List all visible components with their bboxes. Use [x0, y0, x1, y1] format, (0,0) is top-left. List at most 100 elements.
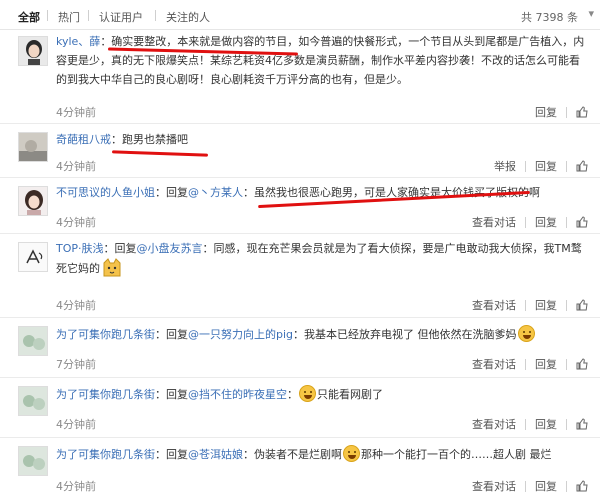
- laughing-emoji-icon: [343, 445, 360, 462]
- reply-prefix: ：回复: [155, 186, 188, 199]
- comment-text-cont: 只能看网剧了: [317, 388, 383, 401]
- mention-link[interactable]: @苍洱姑娘: [188, 448, 243, 461]
- avatar-image-icon: [19, 327, 47, 355]
- comment-item: TOP·肤浅：回复@小盘友苏言：同感，现在充芒果会员就是为了看大侦探，要是广电敢…: [0, 234, 600, 318]
- action-divider: [566, 299, 567, 311]
- comment-meta: 4分钟前 举报 回复: [56, 158, 588, 174]
- comment-actions: 查看对话 回复: [472, 297, 588, 313]
- thumbs-up-icon[interactable]: [576, 106, 588, 118]
- comment-content: TOP·肤浅：回复@小盘友苏言：同感，现在充芒果会员就是为了看大侦探，要是广电敢…: [56, 239, 590, 278]
- comment-actions: 查看对话 回复: [472, 214, 588, 230]
- comment-meta: 4分钟前 回复: [56, 104, 588, 120]
- comment-time: 4分钟前: [56, 216, 96, 229]
- comment-text: ：伪装者不是烂剧啊: [243, 448, 342, 461]
- reply-button[interactable]: 回复: [535, 297, 557, 313]
- reply-button[interactable]: 回复: [535, 416, 557, 432]
- comment-content: 为了可集你跑几条街：回复@挡不住的昨夜星空： 只能看网剧了: [56, 385, 590, 404]
- thumbs-up-icon[interactable]: [576, 160, 588, 172]
- avatar[interactable]: [18, 326, 48, 356]
- reply-button[interactable]: 回复: [535, 356, 557, 372]
- comment-text: ：我基本已经放弃电视了 但他依然在洗脑爹妈: [293, 328, 517, 341]
- action-divider: [525, 160, 526, 172]
- mention-link[interactable]: @一只努力向上的pig: [188, 328, 293, 341]
- comment-item: kyle、薛：确实要整改，本来就是做内容的节目，如今普遍的快餐形式，一个节目从头…: [0, 30, 600, 124]
- comment-username[interactable]: TOP·肤浅: [56, 242, 104, 255]
- thumbs-up-icon[interactable]: [576, 358, 588, 370]
- avatar[interactable]: [18, 132, 48, 162]
- view-conversation-button[interactable]: 查看对话: [472, 416, 516, 432]
- reply-prefix: ：回复: [155, 448, 188, 461]
- avatar[interactable]: [18, 386, 48, 416]
- view-conversation-button[interactable]: 查看对话: [472, 297, 516, 313]
- comment-item: 为了可集你跑几条街：回复@挡不住的昨夜星空： 只能看网剧了 4分钟前 查看对话 回…: [0, 378, 600, 438]
- comment-text: ：跑男也禁播吧: [111, 133, 188, 146]
- comment-time: 4分钟前: [56, 418, 96, 431]
- reply-button[interactable]: 回复: [535, 478, 557, 494]
- action-divider: [566, 216, 567, 228]
- avatar[interactable]: [18, 242, 48, 272]
- comment-actions: 举报 回复: [494, 158, 588, 174]
- thumbs-up-icon[interactable]: [576, 418, 588, 430]
- comment-time: 4分钟前: [56, 299, 96, 312]
- comment-meta: 7分钟前 查看对话 回复: [56, 356, 588, 372]
- comment-filter-tabs: 全部 热门 认证用户 关注的人 共 7398 条 ▾: [0, 0, 600, 30]
- thumbs-up-icon[interactable]: [576, 216, 588, 228]
- tab-hot[interactable]: 热门: [58, 9, 80, 25]
- comment-content: 为了可集你跑几条街：回复@苍洱姑娘：伪装者不是烂剧啊 那种一个能打一百个的……超人…: [56, 445, 590, 464]
- comment-meta: 4分钟前 查看对话 回复: [56, 297, 588, 313]
- comment-username[interactable]: 奇葩租八戒: [56, 133, 111, 146]
- avatar-image-icon: [19, 243, 47, 271]
- comment-item: 奇葩租八戒：跑男也禁播吧 4分钟前 举报 回复: [0, 124, 600, 178]
- comment-username[interactable]: 为了可集你跑几条街: [56, 388, 155, 401]
- reply-button[interactable]: 回复: [535, 214, 557, 230]
- comment-text: ：确实要整改，本来就是做内容的节目，如今普遍的快餐形式，一个节目从头到尾都是广告…: [56, 35, 585, 86]
- action-divider: [566, 358, 567, 370]
- comment-item: 为了可集你跑几条街：回复@苍洱姑娘：伪装者不是烂剧啊 那种一个能打一百个的……超人…: [0, 438, 600, 502]
- comment-content: 为了可集你跑几条街：回复@一只努力向上的pig：我基本已经放弃电视了 但他依然在…: [56, 325, 590, 344]
- tab-divider: [47, 10, 48, 21]
- comment-time: 4分钟前: [56, 106, 96, 119]
- comment-username[interactable]: 为了可集你跑几条街: [56, 448, 155, 461]
- view-conversation-button[interactable]: 查看对话: [472, 214, 516, 230]
- comment-time: 4分钟前: [56, 160, 96, 173]
- comment-text-cont: 那种一个能打一百个的……超人剧 最烂: [361, 448, 552, 461]
- comment-username[interactable]: 不可思议的人鱼小姐: [56, 186, 155, 199]
- avatar[interactable]: [18, 446, 48, 476]
- tab-verified[interactable]: 认证用户: [99, 9, 143, 25]
- comment-actions: 查看对话 回复: [472, 478, 588, 494]
- action-divider: [566, 160, 567, 172]
- mention-link[interactable]: @挡不住的昨夜星空: [188, 388, 287, 401]
- laughing-emoji-icon: [299, 385, 316, 402]
- chevron-down-icon[interactable]: ▾: [588, 7, 594, 20]
- comment-item: 为了可集你跑几条街：回复@一只努力向上的pig：我基本已经放弃电视了 但他依然在…: [0, 318, 600, 378]
- avatar-image-icon: [19, 387, 47, 415]
- view-conversation-button[interactable]: 查看对话: [472, 478, 516, 494]
- action-divider: [525, 358, 526, 370]
- mention-link[interactable]: @丶方某人: [188, 186, 243, 199]
- reply-button[interactable]: 回复: [535, 104, 557, 120]
- comment-item: 不可思议的人鱼小姐：回复@丶方某人：虽然我也很恶心跑男，可是人家确实是大价钱买了…: [0, 178, 600, 234]
- comment-meta: 4分钟前 查看对话 回复: [56, 214, 588, 230]
- thumbs-up-icon[interactable]: [576, 299, 588, 311]
- reply-button[interactable]: 回复: [535, 158, 557, 174]
- tab-all[interactable]: 全部: [18, 9, 40, 25]
- action-divider: [566, 418, 567, 430]
- action-divider: [566, 480, 567, 492]
- avatar[interactable]: [18, 36, 48, 66]
- comment-username[interactable]: 为了可集你跑几条街: [56, 328, 155, 341]
- action-divider: [566, 106, 567, 118]
- avatar-image-icon: [19, 133, 47, 161]
- comment-text: ：: [287, 388, 298, 401]
- action-divider: [525, 418, 526, 430]
- mention-link[interactable]: @小盘友苏言: [137, 242, 203, 255]
- avatar-image-icon: [19, 187, 47, 215]
- thumbs-up-icon[interactable]: [576, 480, 588, 492]
- avatar-image-icon: [19, 37, 47, 65]
- cat-emoji-icon: [103, 258, 121, 277]
- comment-actions: 查看对话 回复: [472, 356, 588, 372]
- comment-username[interactable]: kyle、薛: [56, 35, 100, 48]
- view-conversation-button[interactable]: 查看对话: [472, 356, 516, 372]
- tab-following[interactable]: 关注的人: [166, 9, 210, 25]
- avatar[interactable]: [18, 186, 48, 216]
- report-button[interactable]: 举报: [494, 158, 516, 174]
